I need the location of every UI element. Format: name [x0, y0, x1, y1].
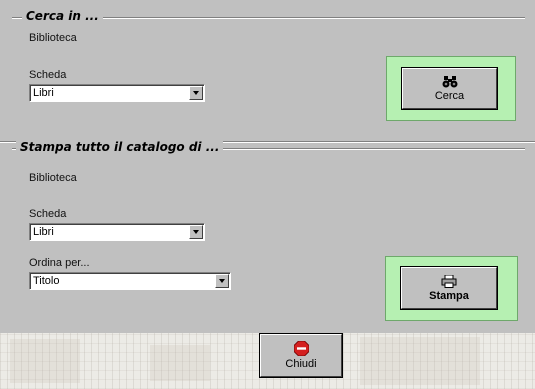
print-button-label: Stampa [429, 289, 469, 302]
close-button-label: Chiudi [285, 358, 317, 370]
binoculars-icon [442, 75, 458, 88]
search-card-select-value: Libri [33, 87, 54, 99]
search-card-select[interactable]: Libri [29, 84, 205, 102]
footer-texture-right [360, 337, 480, 385]
form-area: Cerca in ... Biblioteca Scheda Libri Cer… [0, 0, 535, 333]
print-card-select-value: Libri [33, 226, 54, 238]
footer-texture-mid [150, 345, 210, 381]
stop-icon [293, 341, 309, 356]
print-card-select[interactable]: Libri [29, 223, 205, 241]
print-section-title: Stampa tutto il catalogo di ... [16, 140, 224, 154]
footer-bar: Chiudi [0, 333, 535, 389]
print-order-select-value: Titolo [33, 275, 60, 287]
search-card-label: Scheda [29, 69, 67, 81]
search-button[interactable]: Cerca [401, 67, 498, 110]
print-card-dropdown-button[interactable] [189, 225, 203, 239]
print-card-label: Scheda [29, 208, 67, 220]
print-library-label: Biblioteca [29, 172, 77, 184]
print-button[interactable]: Stampa [400, 266, 498, 310]
print-order-dropdown-button[interactable] [215, 274, 229, 288]
close-button[interactable]: Chiudi [259, 333, 343, 378]
printer-icon [441, 274, 457, 288]
search-library-label: Biblioteca [29, 32, 77, 44]
search-card-dropdown-button[interactable] [189, 86, 203, 100]
footer-texture-left [10, 339, 80, 383]
print-order-select[interactable]: Titolo [29, 272, 231, 290]
search-button-label: Cerca [434, 89, 465, 102]
search-section-title: Cerca in ... [22, 9, 103, 23]
print-order-label: Ordina per... [29, 257, 90, 269]
